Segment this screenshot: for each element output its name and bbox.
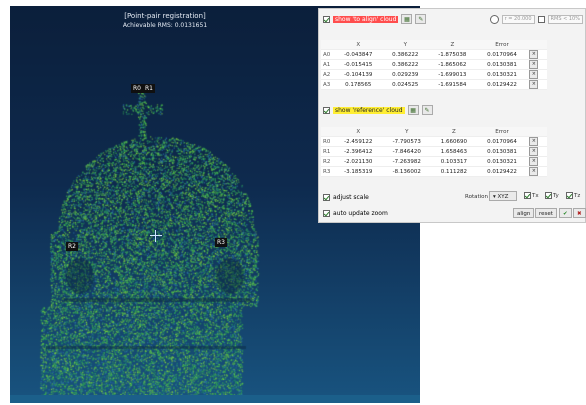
col-name <box>321 40 334 50</box>
col-name <box>321 127 334 137</box>
auto-zoom-label: auto update zoom <box>333 209 388 217</box>
ok-button[interactable]: ✔ <box>559 208 572 218</box>
rms-filter-spinbox[interactable]: RMS < 10% <box>547 14 583 24</box>
show-reference-checkbox[interactable] <box>323 106 330 114</box>
col-x: X <box>334 127 383 137</box>
col-error: Error <box>476 127 528 137</box>
tz-option[interactable]: Tz <box>566 192 580 199</box>
adjust-scale-label: adjust scale <box>333 193 369 201</box>
delete-point-button[interactable]: × <box>529 157 539 166</box>
delete-point-button[interactable]: × <box>529 137 539 146</box>
aligned-points-table: X Y Z Error A0 -0.043847 0.386222 -1.875… <box>321 40 547 90</box>
export-reference-button[interactable]: ▦ <box>407 105 419 115</box>
radius-toggle-icon[interactable] <box>489 14 499 24</box>
show-to-align-checkbox[interactable] <box>323 15 330 23</box>
reset-button[interactable]: reset <box>535 208 557 218</box>
table-row[interactable]: A1 -0.015415 0.386222 -1.865062 0.013038… <box>321 59 547 70</box>
table-row[interactable]: A3 0.178565 0.024525 -1.691584 0.0129422… <box>321 79 547 90</box>
table-header: X Y Z Error <box>321 127 547 137</box>
point-label-r2: R2 <box>66 242 78 251</box>
edit-reference-button[interactable]: ✎ <box>421 105 433 115</box>
tz-checkbox[interactable] <box>566 192 573 199</box>
show-to-align-label: show 'to align' cloud <box>333 15 399 23</box>
tx-option[interactable]: Tx <box>524 192 539 199</box>
col-y: Y <box>382 127 432 137</box>
table-header: X Y Z Error <box>321 40 547 50</box>
tx-checkbox[interactable] <box>524 192 531 199</box>
edit-aligned-button[interactable]: ✎ <box>415 14 427 24</box>
table-row[interactable]: R3 -3.185319 -8.136002 0.111282 0.012942… <box>321 166 547 177</box>
rotation-label: Rotation <box>465 194 489 200</box>
point-label-r3: R3 <box>215 238 227 247</box>
table-row[interactable]: R0 -2.459122 -7.790573 1.660690 0.017096… <box>321 136 547 147</box>
viewport-title: [Point-pair registration] <box>124 12 206 20</box>
delete-point-button[interactable]: × <box>529 80 539 89</box>
col-x: X <box>334 40 383 50</box>
table-row[interactable]: R2 -2.021130 -7.263982 0.103317 0.013032… <box>321 156 547 167</box>
viewport-floor <box>10 395 420 403</box>
reference-points-table: X Y Z Error R0 -2.459122 -7.790573 1.660… <box>321 127 547 177</box>
auto-zoom-checkbox[interactable] <box>323 209 330 217</box>
ty-checkbox[interactable] <box>545 192 552 199</box>
point-label-r1: R1 <box>143 84 155 93</box>
registration-panel: show 'to align' cloud ▦ ✎ r = 20.000 RMS… <box>318 8 586 223</box>
delete-point-button[interactable]: × <box>529 50 539 59</box>
reference-header: show 'reference' cloud ▦ ✎ <box>323 104 583 116</box>
rotation-select[interactable]: ▾ XYZ <box>489 191 517 201</box>
cancel-button[interactable]: ✖ <box>573 208 586 218</box>
show-reference-label: show 'reference' cloud <box>333 106 405 114</box>
col-z: Z <box>428 40 477 50</box>
rms-filter-checkbox[interactable] <box>537 15 545 23</box>
export-aligned-button[interactable]: ▦ <box>401 14 413 24</box>
ty-option[interactable]: Ty <box>545 192 559 199</box>
align-button[interactable]: align <box>513 208 535 218</box>
to-align-header: show 'to align' cloud ▦ ✎ r = 20.000 RMS… <box>323 13 583 25</box>
col-delete <box>527 127 547 137</box>
delete-point-button[interactable]: × <box>529 147 539 156</box>
rms-readout: Achievable RMS: 0.0131651 <box>122 22 208 29</box>
delete-point-button[interactable]: × <box>529 70 539 79</box>
delete-point-button[interactable]: × <box>529 60 539 69</box>
delete-point-button[interactable]: × <box>529 167 539 176</box>
crosshair-icon <box>150 230 162 242</box>
radius-spinbox[interactable]: r = 20.000 <box>501 14 535 24</box>
col-y: Y <box>382 40 429 50</box>
col-z: Z <box>431 127 477 137</box>
auto-zoom-row: auto update zoom <box>323 207 413 219</box>
col-delete <box>527 40 547 50</box>
table-row[interactable]: A2 -0.104139 0.029239 -1.699013 0.013032… <box>321 69 547 80</box>
adjust-scale-checkbox[interactable] <box>323 193 330 201</box>
adjust-scale-row: adjust scale <box>323 191 403 203</box>
table-row[interactable]: A0 -0.043847 0.386222 -1.875038 0.017096… <box>321 49 547 60</box>
col-error: Error <box>476 40 528 50</box>
point-label-r0: R0 <box>131 84 143 93</box>
table-row[interactable]: R1 -2.396412 -7.846420 1.658463 0.013038… <box>321 146 547 157</box>
